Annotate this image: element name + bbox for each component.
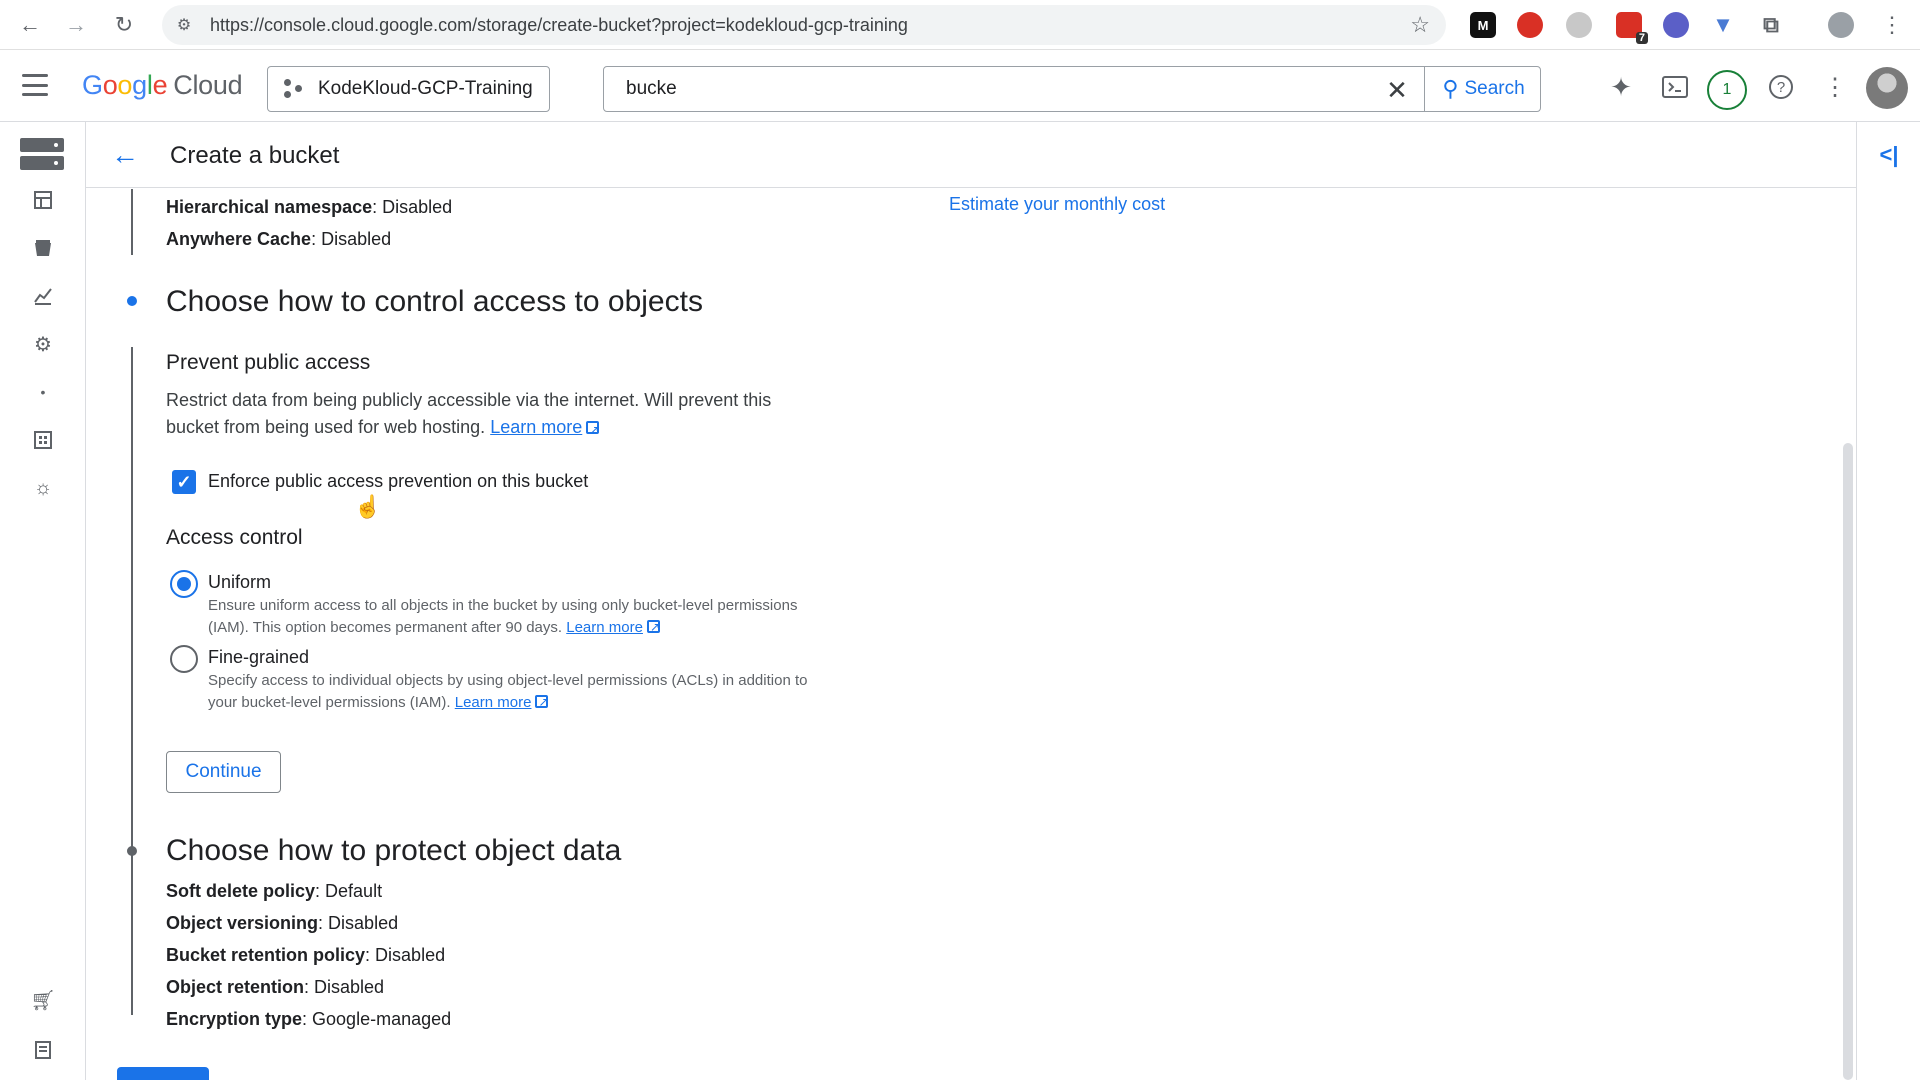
page-header: ← Create a bucket [86, 122, 1856, 188]
search-input[interactable] [624, 75, 1384, 103]
enforce-public-access-checkbox[interactable]: ✓ [172, 470, 196, 494]
browser-profile-icon[interactable] [1828, 12, 1854, 38]
page-title: Create a bucket [170, 142, 340, 169]
estimate-cost-link[interactable]: Estimate your monthly cost [949, 194, 1165, 215]
gemini-sparkle-icon[interactable]: ✦ [1606, 72, 1636, 102]
storage-product-icon[interactable] [20, 138, 64, 172]
search-button[interactable]: ⚲ Search [1424, 66, 1542, 112]
overview-icon[interactable] [27, 184, 59, 216]
summary-object-retention: Object retention: Disabled [166, 977, 385, 997]
bookmark-star-icon[interactable]: ☆ [1410, 12, 1430, 38]
console-header: GoogleCloud KodeKloud-GCP-Training ✕ ⚲ S… [0, 50, 1920, 122]
release-notes-icon[interactable] [27, 1034, 59, 1066]
browser-forward-icon[interactable]: → [58, 10, 94, 40]
cloud-shell-icon[interactable] [1660, 72, 1690, 102]
extension-purple-icon[interactable] [1663, 12, 1689, 38]
search-bar: ✕ ⚲ Search [603, 66, 1541, 112]
help-icon[interactable]: ? [1766, 72, 1796, 102]
step-dot-inactive [127, 846, 137, 856]
browser-menu-icon[interactable]: ⋮ [1874, 10, 1910, 40]
extension-calendar-icon[interactable]: 7 [1616, 12, 1648, 44]
create-bucket-form: Hierarchical namespace: Disabled Anywher… [86, 189, 1856, 1080]
extension-arrow-icon[interactable]: ▼ [1710, 12, 1736, 38]
project-name: KodeKloud-GCP-Training [318, 78, 533, 99]
extension-m-icon[interactable]: M [1470, 12, 1496, 38]
external-link-icon [586, 417, 599, 444]
project-picker[interactable]: KodeKloud-GCP-Training [267, 66, 550, 112]
summary-encryption-type: Encryption type: Google-managed [166, 1009, 452, 1029]
create-button[interactable] [117, 1067, 209, 1080]
fine-grained-description: Specify access to individual objects by … [208, 670, 828, 714]
browser-reload-icon[interactable]: ↻ [106, 10, 142, 40]
transfer-icon[interactable] [27, 424, 59, 456]
browser-back-icon[interactable]: ← [12, 10, 48, 40]
external-link-icon [535, 691, 549, 713]
insights-icon[interactable]: ☼ [27, 472, 59, 504]
fine-grained-label[interactable]: Fine-grained [208, 647, 309, 668]
step-dot-active [127, 296, 137, 306]
address-url: https://console.cloud.google.com/storage… [210, 15, 908, 35]
search-icon: ⚲ [1442, 76, 1459, 101]
learn-more-link[interactable]: Learn more [490, 417, 582, 437]
buckets-icon[interactable] [27, 232, 59, 264]
learn-more-link[interactable]: Learn more [566, 619, 643, 636]
step-connector [131, 189, 133, 255]
extension-tomato-icon[interactable] [1517, 12, 1543, 38]
google-cloud-logo[interactable]: Google Cloud [82, 70, 243, 101]
logo-cloud: Cloud [173, 70, 243, 100]
extensions-puzzle-icon[interactable]: ⧉ [1758, 12, 1784, 38]
marketplace-cart-icon[interactable]: 🛒︎ [27, 984, 59, 1016]
svg-text:?: ? [1777, 79, 1785, 96]
more-options-icon[interactable]: ⋮ [1820, 72, 1850, 102]
project-icon [284, 79, 304, 99]
access-control-heading: Access control [166, 526, 303, 549]
product-nav-rail: ⚙ • ☼ 🛒︎ [0, 122, 86, 1080]
uniform-description: Ensure uniform access to all objects in … [208, 595, 828, 639]
summary-bucket-retention: Bucket retention policy: Disabled [166, 945, 446, 965]
back-arrow-icon[interactable]: ← [108, 138, 142, 172]
collapse-panel-icon[interactable]: <| [1876, 138, 1902, 172]
summary-hierarchical-namespace: Hierarchical namespace: Disabled [166, 197, 453, 217]
fine-grained-radio[interactable] [170, 645, 198, 673]
side-panel-divider [1856, 122, 1857, 1080]
user-avatar[interactable] [1866, 67, 1908, 109]
rail-dot-icon[interactable]: • [27, 376, 59, 408]
section-title-access: Choose how to control access to objects [166, 285, 703, 318]
summary-anywhere-cache: Anywhere Cache: Disabled [166, 229, 392, 249]
browser-toolbar: ← → ↻ ⚙ https://console.cloud.google.com… [0, 0, 1920, 50]
summary-soft-delete: Soft delete policy: Default [166, 881, 383, 901]
notifications-badge[interactable]: 1 [1707, 70, 1747, 110]
logo-google: Google [82, 70, 168, 100]
prevent-public-access-heading: Prevent public access [166, 351, 371, 374]
content-scrollbar[interactable] [1838, 189, 1856, 1080]
main-menu-icon[interactable] [22, 74, 48, 96]
summary-object-versioning: Object versioning: Disabled [166, 913, 399, 933]
pointer-hand-icon: ☝ [354, 494, 382, 519]
step-connector [131, 347, 133, 1015]
settings-gear-icon[interactable]: ⚙ [27, 328, 59, 360]
prevent-public-access-description: Restrict data from being publicly access… [166, 387, 826, 444]
scrollbar-thumb[interactable] [1843, 443, 1853, 1080]
section-title-protect: Choose how to protect object data [166, 834, 622, 867]
external-link-icon [646, 616, 660, 638]
site-settings-icon[interactable]: ⚙ [172, 13, 196, 37]
address-bar[interactable]: ⚙ https://console.cloud.google.com/stora… [162, 5, 1446, 45]
monitoring-icon[interactable] [27, 280, 59, 312]
uniform-radio[interactable] [170, 570, 198, 598]
uniform-label[interactable]: Uniform [208, 572, 271, 593]
enforce-public-access-label[interactable]: Enforce public access prevention on this… [208, 471, 588, 492]
clear-search-icon[interactable]: ✕ [1382, 75, 1412, 105]
learn-more-link[interactable]: Learn more [455, 694, 532, 711]
extension-grey-icon[interactable] [1566, 12, 1592, 38]
continue-button[interactable]: Continue [166, 751, 281, 793]
